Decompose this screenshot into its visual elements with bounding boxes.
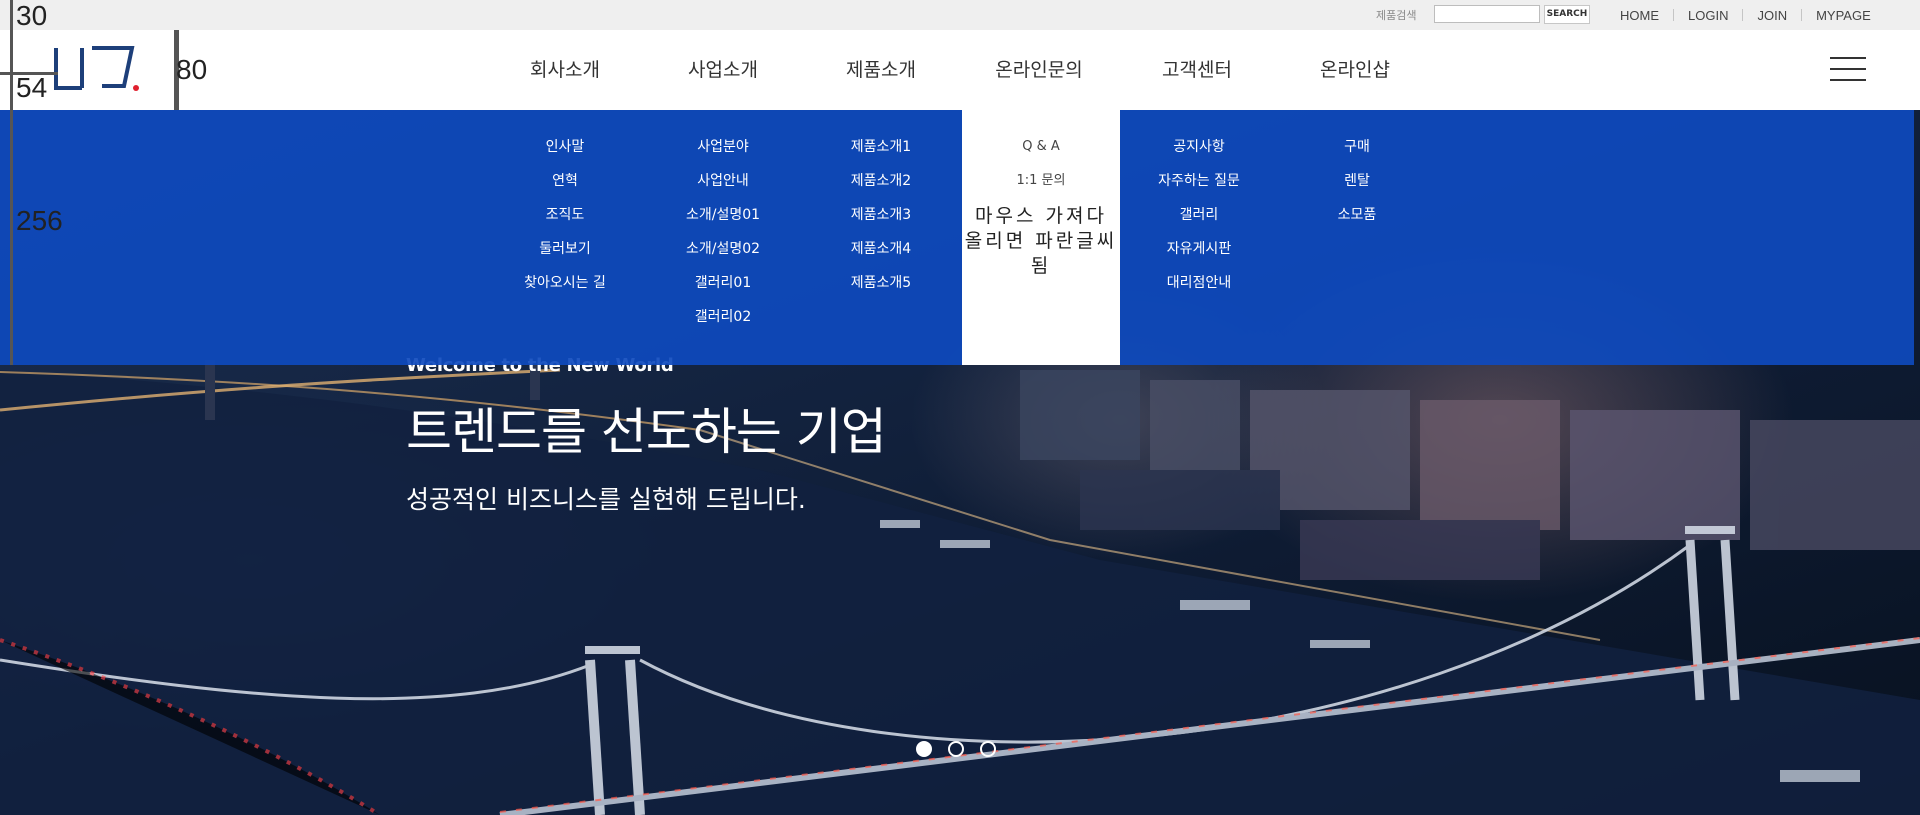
submenu-item[interactable]: 제품소개1 (802, 130, 960, 164)
home-link[interactable]: HOME (1606, 8, 1673, 23)
submenu-item[interactable]: 공지사항 (1120, 130, 1278, 164)
submenu-item[interactable]: 자유게시판 (1120, 232, 1278, 266)
submenu-item[interactable]: 갤러리 (1120, 198, 1278, 232)
join-link[interactable]: JOIN (1743, 8, 1801, 23)
guide-number: 80 (176, 54, 208, 85)
product-search-label: 제품검색 (1376, 9, 1417, 22)
submenu-item[interactable]: 소모품 (1278, 198, 1436, 232)
submenu-products: 제품소개1 제품소개2 제품소개3 제품소개4 제품소개5 (802, 130, 960, 300)
submenu-item[interactable]: 사업분야 (644, 130, 802, 164)
submenu-item[interactable]: 인사말 (486, 130, 644, 164)
submenu-item[interactable]: 렌탈 (1278, 164, 1436, 198)
mypage-link[interactable]: MYPAGE (1802, 8, 1885, 23)
submenu-inquiry: Q & A 1:1 문의 마우스 가져다 올리면 파란글씨됨 (962, 110, 1120, 365)
submenu-item[interactable]: 제품소개4 (802, 232, 960, 266)
slide-dot-3[interactable] (980, 741, 996, 757)
submenu-item[interactable]: 자주하는 질문 (1120, 164, 1278, 198)
nav-company[interactable]: 회사소개 (486, 30, 644, 110)
hero-subtitle: 성공적인 비즈니스를 실현해 드립니다. (406, 485, 806, 514)
submenu-item[interactable]: 소개/설명01 (644, 198, 802, 232)
guide-number: 54 (16, 72, 48, 103)
submenu-item[interactable]: 갤러리01 (644, 266, 802, 300)
main-navigation: 회사소개 사업소개 제품소개 온라인문의 고객센터 온라인샵 (486, 30, 1434, 110)
submenu-item[interactable]: 갤러리02 (644, 300, 802, 334)
slide-dot-1[interactable] (916, 741, 932, 757)
submenu-company: 인사말 연혁 조직도 둘러보기 찾아오시는 길 (486, 130, 644, 300)
hero-text: Welcome to the New World 트렌드를 선도하는 기업 성공… (406, 355, 887, 516)
nav-shop[interactable]: 온라인샵 (1276, 30, 1434, 110)
hamburger-menu-icon[interactable] (1830, 57, 1866, 81)
utility-links: HOME LOGIN JOIN MYPAGE (1606, 7, 1885, 23)
submenu-item[interactable]: 찾아오시는 길 (486, 266, 644, 300)
submenu-item[interactable]: 구매 (1278, 130, 1436, 164)
submenu-item[interactable]: 제품소개2 (802, 164, 960, 198)
utility-bar: 제품검색 SEARCH HOME LOGIN JOIN MYPAGE (0, 0, 1920, 30)
site-header: 회사소개 사업소개 제품소개 온라인문의 고객센터 온라인샵 (0, 30, 1920, 110)
guide-number: 256 (16, 205, 63, 236)
guide-line (10, 0, 13, 365)
nav-business[interactable]: 사업소개 (644, 30, 802, 110)
login-link[interactable]: LOGIN (1674, 8, 1742, 23)
company-logo[interactable] (52, 44, 142, 96)
nav-support[interactable]: 고객센터 (1118, 30, 1276, 110)
submenu-item[interactable]: 사업안내 (644, 164, 802, 198)
nav-products[interactable]: 제품소개 (802, 30, 960, 110)
submenu-item[interactable]: 조직도 (486, 198, 644, 232)
submenu-item[interactable]: 대리점안내 (1120, 266, 1278, 300)
nav-inquiry[interactable]: 온라인문의 (960, 30, 1118, 110)
hero-title: 트렌드를 선도하는 기업 (406, 403, 887, 461)
submenu-item[interactable]: 1:1 문의 (962, 164, 1120, 198)
submenu-item[interactable]: 제품소개3 (802, 198, 960, 232)
submenu-item[interactable]: 연혁 (486, 164, 644, 198)
mega-dropdown-menu: 인사말 연혁 조직도 둘러보기 찾아오시는 길 사업분야 사업안내 소개/설명0… (0, 110, 1914, 365)
submenu-item[interactable]: 둘러보기 (486, 232, 644, 266)
hover-note: 마우스 가져다 올리면 파란글씨됨 (964, 205, 1118, 277)
submenu-item[interactable]: 제품소개5 (802, 266, 960, 300)
slider-pagination (916, 741, 1012, 757)
submenu-item[interactable]: Q & A (962, 130, 1120, 164)
product-search-input[interactable] (1434, 5, 1540, 23)
submenu-support: 공지사항 자주하는 질문 갤러리 자유게시판 대리점안내 (1120, 130, 1278, 300)
submenu-item[interactable]: 소개/설명02 (644, 232, 802, 266)
slide-dot-2[interactable] (948, 741, 964, 757)
submenu-shop: 구매 렌탈 소모품 (1278, 130, 1436, 232)
search-button[interactable]: SEARCH (1544, 5, 1590, 24)
guide-number: 30 (16, 0, 48, 31)
submenu-business: 사업분야 사업안내 소개/설명01 소개/설명02 갤러리01 갤러리02 (644, 130, 802, 334)
